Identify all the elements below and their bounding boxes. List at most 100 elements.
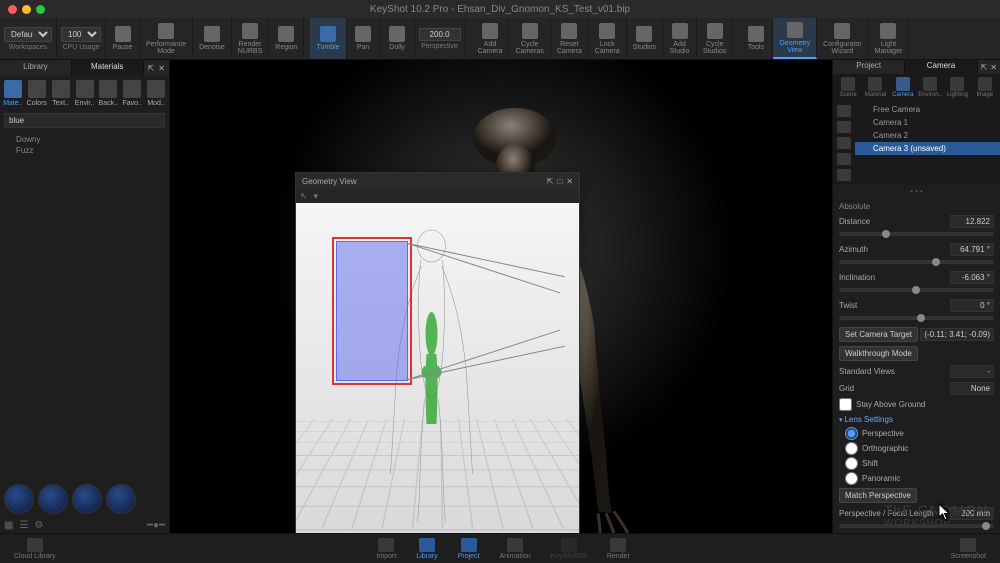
camera-item[interactable]: Camera 2	[855, 129, 1000, 142]
tab-materials[interactable]: Materials	[72, 60, 144, 76]
close-icon[interactable]: ✕	[158, 64, 165, 73]
pause-button[interactable]: Pause	[106, 18, 140, 59]
tumble-button[interactable]: Tumble	[310, 18, 346, 59]
close-icon[interactable]: ✕	[566, 177, 573, 186]
azimuth-input[interactable]: 64.791 °	[950, 243, 994, 256]
subtab-colors[interactable]: Colors	[26, 80, 48, 107]
performance-mode-button[interactable]: Performance Mode	[140, 18, 193, 59]
add-studio-button[interactable]: Add Studio	[663, 18, 697, 59]
subtab-camera[interactable]: Camera	[890, 77, 916, 98]
add-icon[interactable]	[837, 105, 851, 117]
focal-length-input[interactable]: 200 mm	[950, 507, 994, 520]
subtab-environments[interactable]: Envir..	[74, 80, 96, 107]
tools-button[interactable]: Tools	[739, 18, 773, 59]
light-manager-button[interactable]: Light Manager	[869, 18, 910, 59]
material-thumb[interactable]	[72, 484, 102, 514]
cpu-usage-select[interactable]: 100 %	[61, 27, 101, 42]
subtab-materials[interactable]: Mate..	[2, 80, 24, 107]
project-button[interactable]: Project	[452, 538, 486, 560]
maximize-icon[interactable]: □	[557, 177, 562, 186]
subtab-backplates[interactable]: Back..	[97, 80, 119, 107]
select-tool-icon[interactable]: ↖	[300, 191, 308, 202]
distance-input[interactable]: 12.822	[950, 215, 994, 228]
camera-item-selected[interactable]: Camera 3 (unsaved)	[855, 142, 1000, 155]
camera-item[interactable]: Camera 1	[855, 116, 1000, 129]
subtab-models[interactable]: Mod..	[145, 80, 167, 107]
viewport[interactable]: Geometry View ⇱ □ ✕ ↖ ▾	[170, 60, 832, 533]
lock-camera-button[interactable]: Lock Camera	[589, 18, 627, 59]
delete-icon[interactable]	[837, 169, 851, 181]
region-button[interactable]: Region	[269, 18, 304, 59]
cycle-studios-button[interactable]: Cycle Studios	[697, 18, 733, 59]
drag-handle-icon[interactable]: • • •	[833, 185, 1000, 198]
camera-item[interactable]: Free Camera	[855, 103, 1000, 116]
library-button[interactable]: Library	[410, 538, 443, 560]
chevron-down-icon[interactable]: ▾	[314, 191, 319, 202]
subtab-material[interactable]: Material	[862, 77, 888, 98]
projection-perspective-radio[interactable]: Perspective	[839, 426, 994, 441]
undock-icon[interactable]: ⇱	[148, 64, 155, 73]
material-thumb[interactable]	[4, 484, 34, 514]
inclination-slider[interactable]	[839, 288, 994, 292]
match-perspective-button[interactable]: Match Perspective	[839, 488, 917, 503]
dolly-button[interactable]: Dolly	[381, 18, 415, 59]
search-input[interactable]	[4, 113, 165, 128]
stay-above-ground-checkbox[interactable]: Stay Above Ground	[839, 397, 994, 412]
cycle-cameras-button[interactable]: Cycle Cameras	[509, 18, 550, 59]
minimize-icon[interactable]	[22, 5, 31, 14]
geometry-view-panel[interactable]: Geometry View ⇱ □ ✕ ↖ ▾	[295, 172, 580, 533]
configurator-button[interactable]: Configurator Wizard	[817, 18, 869, 59]
projection-orthographic-radio[interactable]: Orthographic	[839, 441, 994, 456]
render-nurbs-button[interactable]: Render NURBS	[232, 18, 270, 59]
standard-views-select[interactable]: -	[950, 365, 994, 378]
subtab-favorites[interactable]: Favo..	[121, 80, 143, 107]
screenshot-button[interactable]: Screenshot	[945, 538, 992, 560]
focal-length-slider[interactable]	[839, 524, 994, 528]
gear-icon[interactable]: ⚙	[34, 520, 43, 531]
material-thumb[interactable]	[106, 484, 136, 514]
tree-item[interactable]: Downy	[4, 134, 165, 145]
material-tree[interactable]: Downy Fuzz	[0, 130, 169, 160]
undock-icon[interactable]: ⇱	[547, 177, 554, 186]
projection-shift-radio[interactable]: Shift	[839, 456, 994, 471]
azimuth-slider[interactable]	[839, 260, 994, 264]
save-icon[interactable]	[837, 137, 851, 149]
cloud-library-button[interactable]: Cloud Library	[8, 538, 62, 560]
twist-input[interactable]: 0 °	[950, 299, 994, 312]
material-thumb[interactable]	[38, 484, 68, 514]
inclination-input[interactable]: -6.063 °	[950, 271, 994, 284]
grid-select[interactable]: None	[950, 382, 994, 395]
geometry-view-canvas[interactable]	[296, 203, 579, 533]
subtab-environment[interactable]: Environ..	[917, 77, 943, 98]
reset-camera-button[interactable]: Reset Camera	[551, 18, 589, 59]
workspace-select[interactable]: Default	[4, 27, 52, 42]
tab-project[interactable]: Project	[833, 60, 905, 74]
set-camera-target-button[interactable]: Set Camera Target	[839, 327, 918, 342]
lock-icon[interactable]	[837, 121, 851, 133]
studios-button[interactable]: Studios	[627, 18, 663, 59]
close-icon[interactable]	[8, 5, 17, 14]
walkthrough-mode-button[interactable]: Walkthrough Mode	[839, 346, 918, 361]
projection-panoramic-radio[interactable]: Panoramic	[839, 471, 994, 486]
maximize-icon[interactable]	[36, 5, 45, 14]
tab-library[interactable]: Library	[0, 60, 72, 76]
grid-icon[interactable]: ▦	[4, 520, 13, 531]
keyshotxr-button[interactable]: KeyShotXR	[545, 538, 593, 560]
animation-button[interactable]: Animation	[493, 538, 536, 560]
subtab-textures[interactable]: Text..	[50, 80, 72, 107]
window-traffic-lights[interactable]	[8, 5, 45, 14]
list-icon[interactable]: ☰	[19, 520, 28, 531]
subtab-scene[interactable]: Scene	[835, 77, 861, 98]
subtab-image[interactable]: Image	[972, 77, 998, 98]
subtab-lighting[interactable]: Lighting	[944, 77, 970, 98]
distance-slider[interactable]	[839, 232, 994, 236]
focal-input[interactable]	[419, 28, 461, 41]
add-camera-button[interactable]: Add Camera	[472, 18, 510, 59]
reset-icon[interactable]	[837, 153, 851, 165]
pan-button[interactable]: Pan	[347, 18, 381, 59]
render-button[interactable]: Render	[601, 538, 636, 560]
close-icon[interactable]: ✕	[990, 63, 997, 72]
lens-settings-section[interactable]: Lens Settings	[839, 412, 994, 426]
import-button[interactable]: Import	[370, 538, 402, 560]
twist-slider[interactable]	[839, 316, 994, 320]
